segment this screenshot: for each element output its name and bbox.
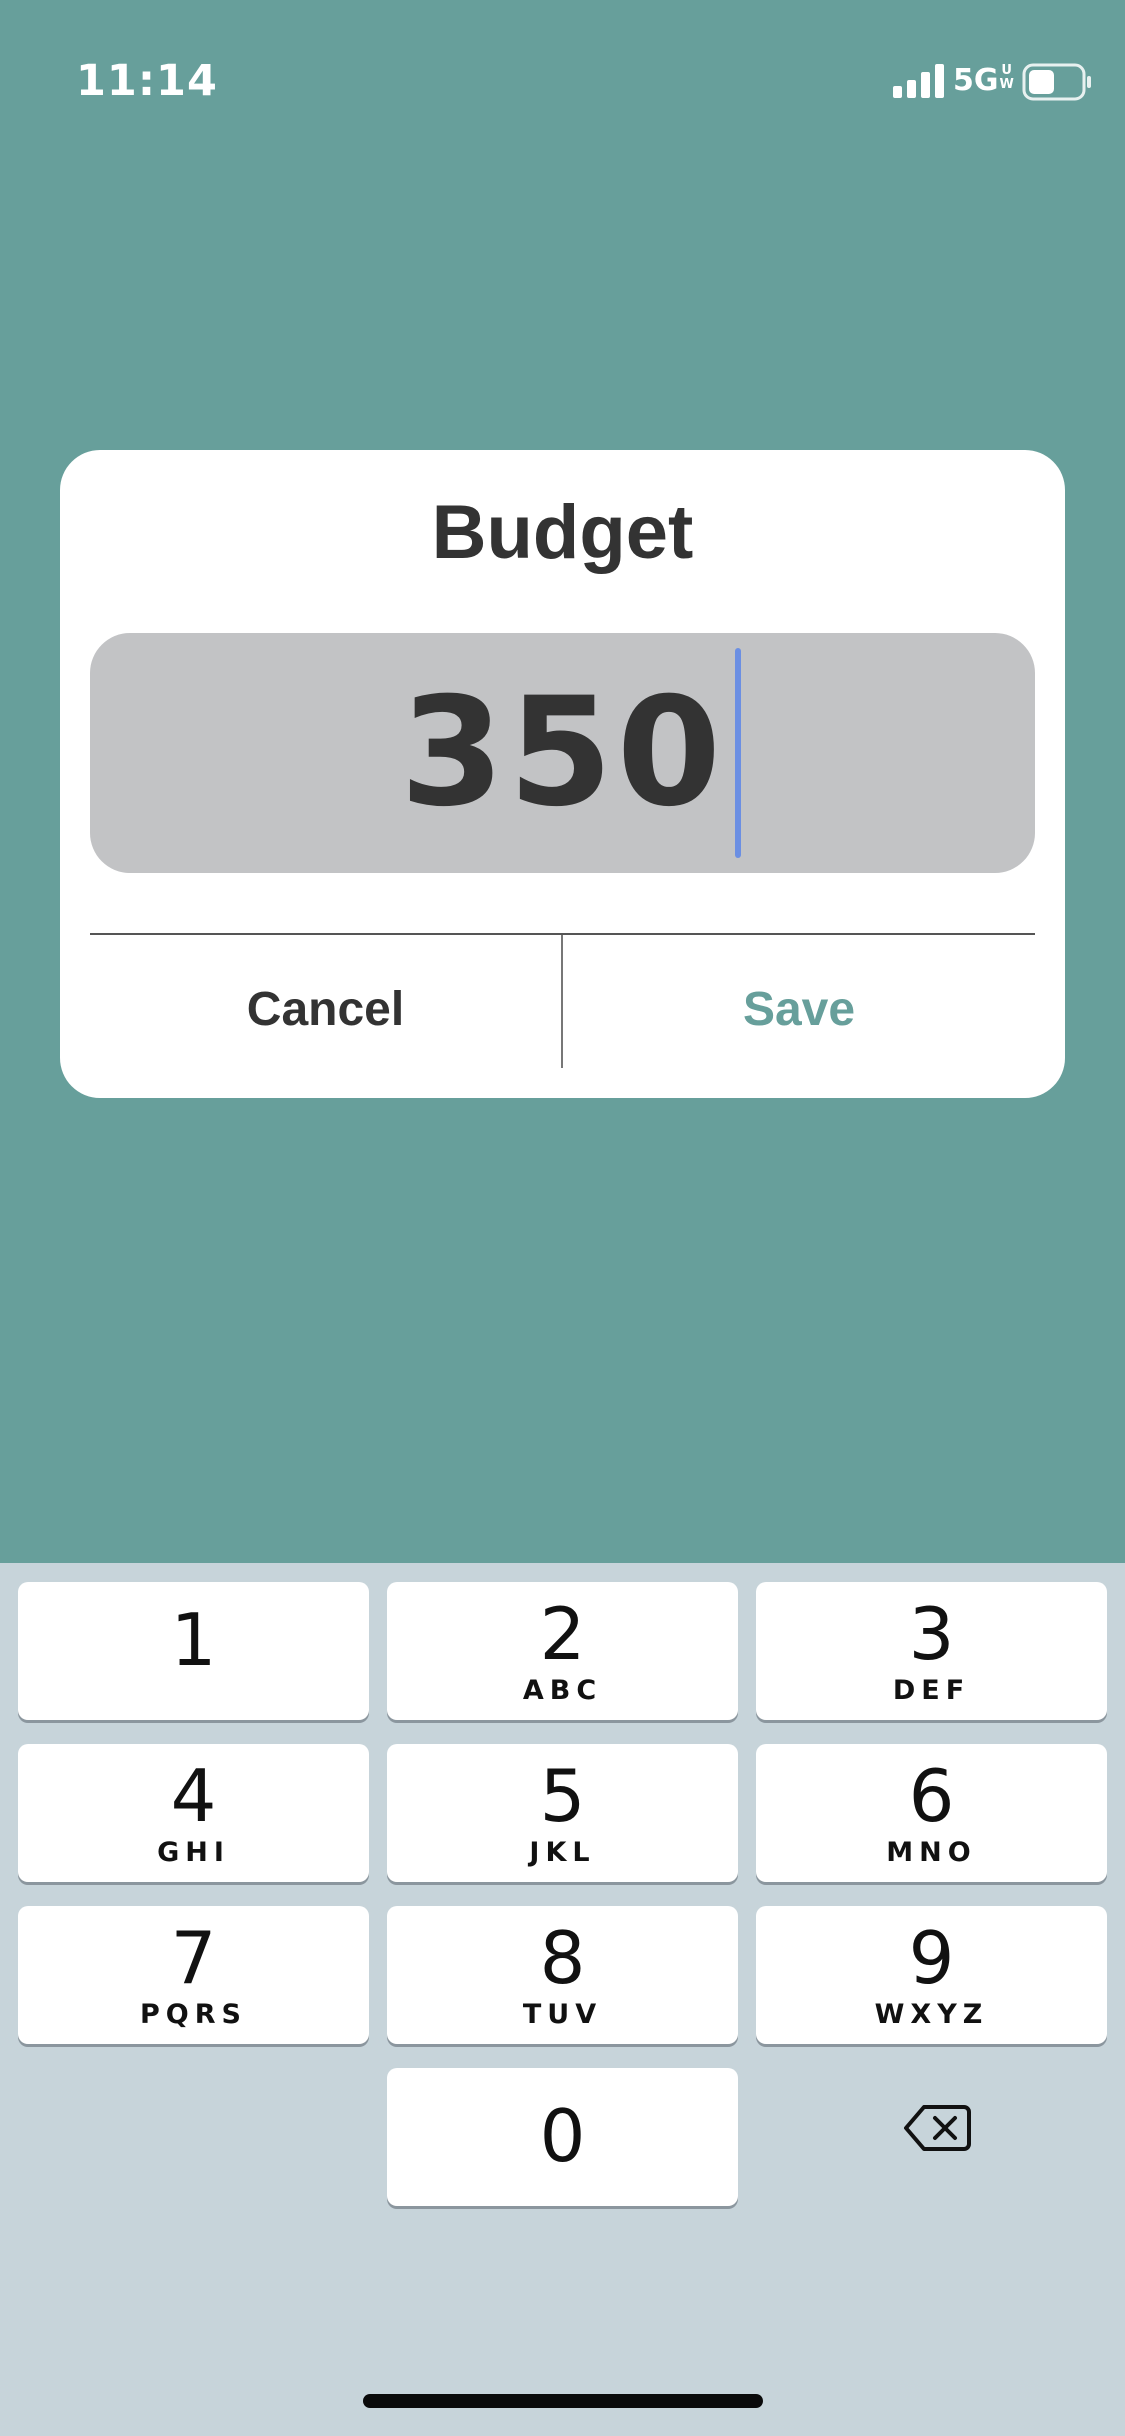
- save-button[interactable]: Save: [563, 935, 1035, 1085]
- key-digit: 5: [539, 1754, 586, 1838]
- key-5[interactable]: 5 JKL: [387, 1744, 738, 1882]
- dialog-title: Budget: [431, 490, 694, 575]
- key-digit: 2: [539, 1592, 586, 1676]
- network-type: 5G: [953, 63, 999, 98]
- cellular-signal-icon: [893, 64, 944, 98]
- network-suffix: UW: [1000, 64, 1014, 92]
- status-time: 11:14: [76, 56, 218, 106]
- key-digit: 4: [170, 1754, 217, 1838]
- text-cursor: [735, 648, 741, 858]
- key-letters: MNO: [886, 1837, 977, 1868]
- budget-amount-input[interactable]: 350: [90, 633, 1035, 873]
- key-letters: WXYZ: [874, 1999, 989, 2030]
- network-type-label: 5G U W: [953, 64, 1014, 98]
- amount-value: 350: [399, 666, 726, 840]
- key-letters: ABC: [522, 1675, 603, 1706]
- key-6[interactable]: 6 MNO: [756, 1744, 1107, 1882]
- key-letters: TUV: [522, 1999, 603, 2030]
- budget-dialog: Budget 350 Cancel Save: [60, 450, 1065, 1098]
- key-4[interactable]: 4 GHI: [18, 1744, 369, 1882]
- key-1[interactable]: 1: [18, 1582, 369, 1720]
- key-letters: PQRS: [140, 1999, 247, 2030]
- key-2[interactable]: 2 ABC: [387, 1582, 738, 1720]
- key-letters: GHI: [157, 1837, 230, 1868]
- key-letters: JKL: [529, 1837, 596, 1868]
- cancel-button[interactable]: Cancel: [90, 935, 561, 1085]
- battery-icon: [1022, 63, 1091, 101]
- backspace-icon[interactable]: [902, 2103, 972, 2153]
- key-3[interactable]: 3 DEF: [756, 1582, 1107, 1720]
- status-bar: 11:14 5G U W: [0, 0, 1125, 150]
- home-indicator[interactable]: [363, 2394, 763, 2408]
- key-0[interactable]: 0: [387, 2068, 738, 2206]
- key-8[interactable]: 8 TUV: [387, 1906, 738, 2044]
- key-7[interactable]: 7 PQRS: [18, 1906, 369, 2044]
- key-9[interactable]: 9 WXYZ: [756, 1906, 1107, 2044]
- key-letters: DEF: [892, 1675, 971, 1706]
- key-digit: 0: [539, 2094, 586, 2178]
- key-digit: 6: [908, 1754, 955, 1838]
- network-suffix-top: U: [1001, 63, 1012, 78]
- key-digit: 9: [908, 1916, 955, 2000]
- key-digit: 7: [170, 1916, 217, 2000]
- key-digit: 8: [539, 1916, 586, 2000]
- key-digit: 1: [170, 1598, 217, 1682]
- key-digit: 3: [908, 1592, 955, 1676]
- network-suffix-bottom: W: [999, 77, 1014, 92]
